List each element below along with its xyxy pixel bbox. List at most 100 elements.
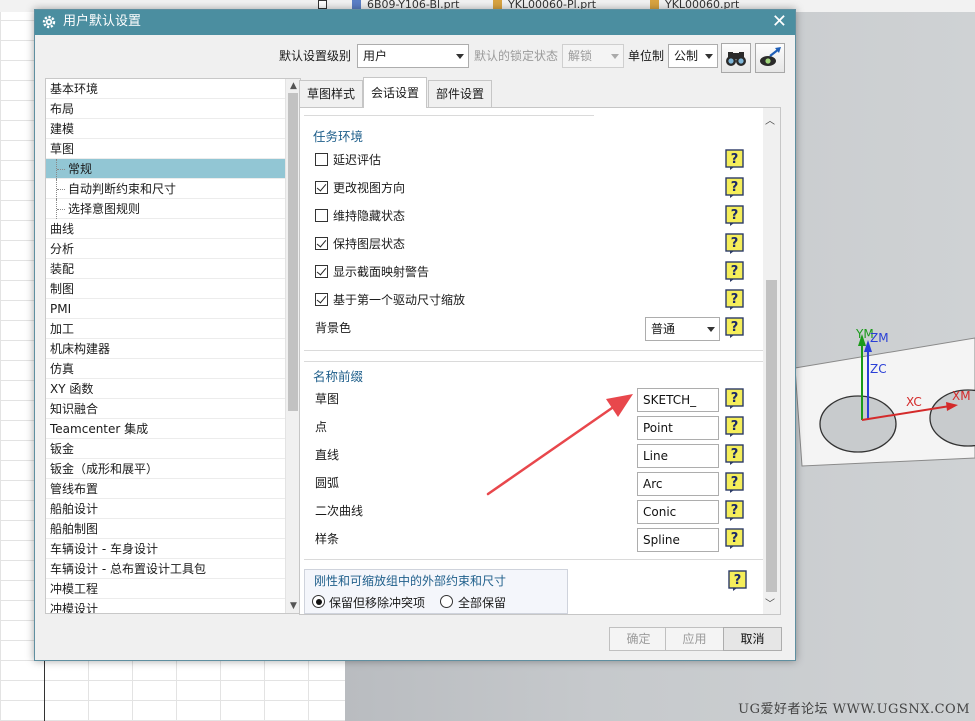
option-row: 维持隐藏状态?	[313, 205, 761, 227]
scroll-up-icon[interactable]: ︿	[765, 112, 775, 127]
help-icon[interactable]: ?	[725, 500, 745, 522]
tree-item-label: 机床构建器	[50, 342, 111, 356]
tree-item[interactable]: 车辆设计 - 总布置设计工具包	[46, 559, 287, 579]
tab-part-settings[interactable]: 部件设置	[428, 80, 493, 108]
help-icon[interactable]: ?	[725, 233, 745, 255]
prefix-row: 二次曲线 Conic?	[313, 500, 761, 524]
tree-item[interactable]: 机床构建器	[46, 339, 287, 359]
help-icon[interactable]: ?	[725, 528, 745, 550]
help-icon[interactable]: ?	[725, 261, 745, 283]
tree-item-label: XY 函数	[50, 382, 94, 396]
settings-toolbar: 默认设置级别 用户 默认的锁定状态 解锁 单位制 公制	[35, 41, 795, 75]
tree-item[interactable]: 草图	[46, 139, 287, 159]
tree-item[interactable]: 钣金	[46, 439, 287, 459]
cancel-button[interactable]: 取消	[723, 627, 782, 651]
radio-keep-remove-conflicts[interactable]	[312, 595, 325, 608]
tree-item[interactable]: 冲模工程	[46, 579, 287, 599]
tree-item[interactable]: 加工	[46, 319, 287, 339]
dialog-titlebar[interactable]: 用户默认设置 ✕	[35, 10, 795, 35]
background-color-row: 背景色 普通 ?	[313, 317, 761, 341]
prefix-input[interactable]: Point	[637, 416, 719, 440]
tree-item[interactable]: 建模	[46, 119, 287, 139]
tree-item[interactable]: 车辆设计 - 车身设计	[46, 539, 287, 559]
tree-item[interactable]: 钣金（成形和展平）	[46, 459, 287, 479]
tree-item-label: 知识融合	[50, 402, 99, 416]
tree-item[interactable]: XY 函数	[46, 379, 287, 399]
radio-keep-all[interactable]	[440, 595, 453, 608]
tree-item-label: 仿真	[50, 362, 75, 376]
document-icon	[318, 0, 327, 9]
option-row: 更改视图方向?	[313, 177, 761, 199]
tree-scrollbar[interactable]: ▲ ▼	[285, 79, 300, 613]
prefix-label: 圆弧	[315, 476, 340, 490]
tree-item[interactable]: Teamcenter 集成	[46, 419, 287, 439]
option-checkbox[interactable]	[315, 237, 328, 250]
tree-item[interactable]: 船舶设计	[46, 499, 287, 519]
option-checkbox[interactable]	[315, 209, 328, 222]
tree-item-label: 冲模工程	[50, 582, 99, 596]
tree-item[interactable]: 管线布置	[46, 479, 287, 499]
prefix-input[interactable]: Arc	[637, 472, 719, 496]
prefix-input[interactable]: Conic	[637, 500, 719, 524]
option-checkbox[interactable]	[315, 181, 328, 194]
tree-item[interactable]: 曲线	[46, 219, 287, 239]
section-title: 名称前缀	[313, 369, 364, 384]
manage-current-settings-button[interactable]	[755, 43, 785, 73]
tree-item[interactable]: 分析	[46, 239, 287, 259]
tab-session-settings[interactable]: 会话设置	[363, 77, 428, 108]
svg-text:?: ?	[731, 419, 739, 434]
tree-item-label: 船舶设计	[50, 502, 99, 516]
unit-system-select[interactable]: 公制	[668, 44, 718, 68]
tree-item[interactable]: 基本环境	[46, 79, 287, 99]
help-icon[interactable]: ?	[725, 317, 745, 339]
option-checkbox[interactable]	[315, 293, 328, 306]
help-icon[interactable]: ?	[725, 416, 745, 438]
tree-item[interactable]: 布局	[46, 99, 287, 119]
help-icon[interactable]: ?	[725, 177, 745, 199]
task-environment-section: 任务环境 延迟评估? 更改视图方向? 维持隐藏状态? 保持图层状态? 显示截面映射警告?…	[304, 125, 764, 351]
scroll-down-icon[interactable]: ﹀	[765, 595, 775, 610]
tree-item[interactable]: 装配	[46, 259, 287, 279]
tree-item-label: 加工	[50, 322, 75, 336]
rigid-group-section: 刚性和可缩放组中的外部约束和尺寸 保留但移除冲突项 全部保留	[304, 569, 568, 614]
tree-item[interactable]: 制图	[46, 279, 287, 299]
gear-icon	[42, 15, 56, 29]
tree-item[interactable]: 冲模设计	[46, 599, 287, 613]
tree-item[interactable]: 知识融合	[46, 399, 287, 419]
category-tree[interactable]: 基本环境 布局 建模 草图 常规 自动判断约束和尺寸 选择意图规则 曲线 分析 装配 制图 PMI 加工…	[45, 78, 301, 614]
ok-button[interactable]: 确定	[609, 627, 668, 651]
help-icon[interactable]: ?	[725, 289, 745, 311]
help-icon[interactable]: ?	[725, 388, 745, 410]
part-file-icon	[650, 0, 659, 9]
option-checkbox[interactable]	[315, 153, 328, 166]
find-default-button[interactable]	[721, 43, 751, 73]
background-color-select[interactable]: 普通	[645, 317, 720, 341]
defaults-level-select[interactable]: 用户	[357, 44, 469, 68]
tree-scroll-thumb[interactable]	[288, 93, 298, 411]
panel-scroll-thumb[interactable]	[766, 280, 777, 592]
help-icon[interactable]: ?	[725, 472, 745, 494]
axis-label-xm: XM	[952, 389, 971, 403]
panel-scrollbar[interactable]: ︿ ﹀	[763, 108, 780, 614]
prefix-input[interactable]: SKETCH_	[637, 388, 719, 412]
tree-item[interactable]: 选择意图规则	[46, 199, 287, 219]
tree-item[interactable]: 船舶制图	[46, 519, 287, 539]
tree-item[interactable]: PMI	[46, 299, 287, 319]
prefix-input[interactable]: Spline	[637, 528, 719, 552]
tab-sketch-style[interactable]: 草图样式	[299, 80, 364, 108]
tree-item[interactable]: 自动判断约束和尺寸	[46, 179, 287, 199]
help-icon[interactable]: ?	[725, 205, 745, 227]
prefix-input[interactable]: Line	[637, 444, 719, 468]
chevron-down-icon	[611, 54, 619, 59]
apply-button[interactable]: 应用	[665, 627, 724, 651]
close-icon[interactable]: ✕	[772, 11, 787, 33]
help-icon[interactable]: ?	[725, 444, 745, 466]
tree-item[interactable]: 仿真	[46, 359, 287, 379]
svg-text:?: ?	[731, 320, 739, 335]
lock-state-select[interactable]: 解锁	[562, 44, 624, 68]
help-icon[interactable]: ?	[728, 570, 748, 592]
help-icon[interactable]: ?	[725, 149, 745, 171]
tree-item[interactable]: 常规	[46, 159, 287, 179]
name-prefix-section: 名称前缀 草图 SKETCH_? 点 Point? 直线 Line? 圆弧 Arc? 二次曲线 C…	[304, 361, 764, 560]
option-checkbox[interactable]	[315, 265, 328, 278]
